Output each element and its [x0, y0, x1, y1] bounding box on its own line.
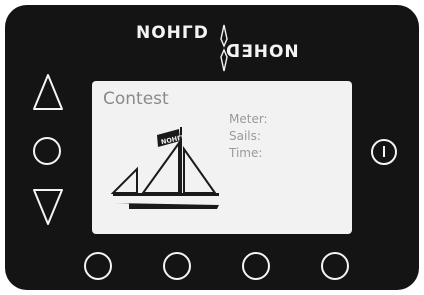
device-body: NOHΓD ᗡƎHON Contest Meter: Sails: Time: … [5, 5, 419, 290]
up-arrow-button[interactable] [32, 73, 64, 111]
screen-title: Contest [103, 89, 169, 109]
meter-label: Meter: [229, 112, 268, 126]
brand-logo-bottom: ᗡƎHON [226, 42, 300, 62]
softkey-button-4[interactable] [320, 251, 350, 281]
time-label: Time: [229, 146, 263, 160]
sails-label: Sails: [229, 129, 261, 143]
sailboat-icon: NOHΓD [110, 127, 219, 209]
softkey-button-1[interactable] [83, 251, 113, 281]
lcd-screen: Contest Meter: Sails: Time: NOHΓD [92, 81, 352, 234]
down-arrow-button[interactable] [32, 188, 64, 226]
brand-logo-top: NOHΓD [136, 23, 209, 43]
softkey-button-2[interactable] [162, 251, 192, 281]
select-round-button[interactable] [32, 136, 62, 166]
softkey-button-3[interactable] [241, 251, 271, 281]
power-button[interactable] [370, 138, 398, 166]
